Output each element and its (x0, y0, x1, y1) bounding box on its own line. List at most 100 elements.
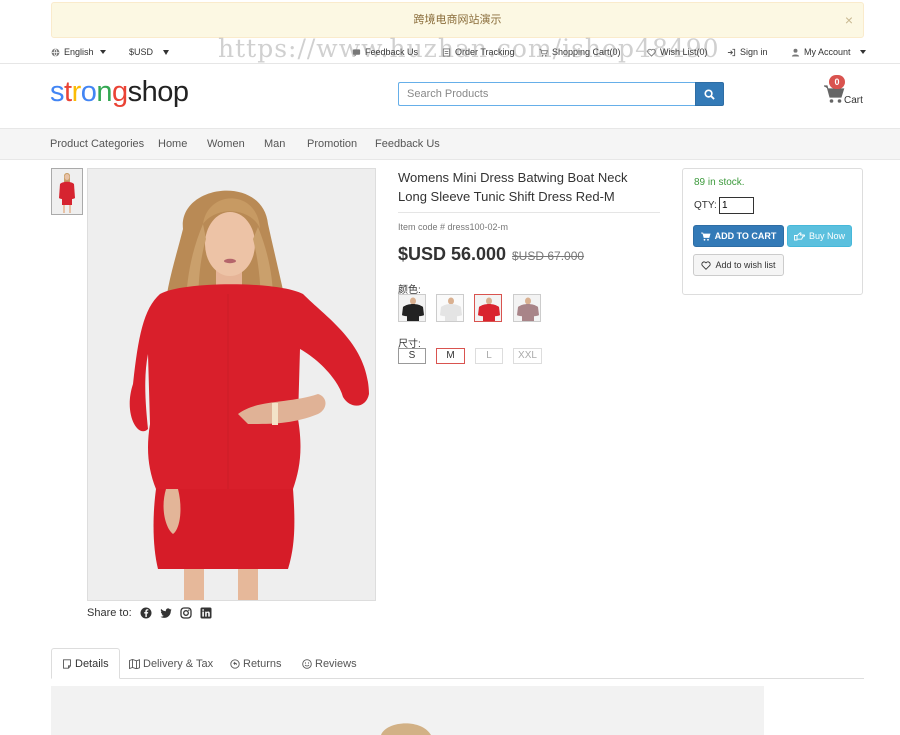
sign-in-label: Sign in (740, 47, 768, 57)
nav-women[interactable]: Women (207, 138, 245, 150)
buy-now-label: Buy Now (808, 231, 845, 241)
my-account-menu[interactable]: My Account (791, 47, 866, 57)
cart-count-badge: 0 (829, 75, 845, 89)
cart-label: Cart (844, 95, 863, 106)
purchase-box: 89 in stock. QTY: ADD TO CART Buy Now Ad… (682, 168, 863, 295)
facebook-icon[interactable] (140, 607, 152, 619)
original-price: $USD 67.000 (512, 249, 585, 263)
size-option-m[interactable]: M (436, 348, 465, 364)
linkedin-icon[interactable] (200, 607, 212, 619)
color-swatch-mauve[interactable] (513, 294, 541, 322)
product-title: Womens Mini Dress Batwing Boat Neck Long… (398, 170, 628, 204)
feedback-link-label: Feedback Us (365, 47, 419, 57)
user-icon (791, 48, 800, 57)
instagram-icon[interactable] (179, 607, 192, 619)
logo-letter: shop (127, 76, 189, 108)
tab-delivery-label: Delivery & Tax (143, 657, 214, 670)
currency-label: $USD (129, 47, 154, 57)
nav-man[interactable]: Man (264, 138, 285, 150)
current-price: $USD 56.000 (398, 244, 507, 264)
tab-returns-label: Returns (243, 657, 282, 670)
heart-icon (647, 48, 656, 57)
size-option-l[interactable]: L (475, 348, 503, 364)
hand-pointer-icon (794, 231, 805, 240)
header-cart[interactable]: 0 Cart (822, 75, 867, 108)
product-thumbnail[interactable] (51, 168, 83, 215)
size-option-xxl[interactable]: XXL (513, 348, 542, 364)
currency-selector[interactable]: $USD (129, 47, 170, 57)
swatch-image (514, 295, 540, 321)
swatch-image (475, 295, 501, 321)
tab-details-label: Details (75, 657, 109, 670)
logo-letter: s (50, 76, 65, 108)
search-icon (704, 88, 715, 100)
product-detail-image (51, 686, 764, 735)
swatch-image (399, 295, 425, 321)
notice-bar: 跨境电商网站演示 × (51, 2, 864, 38)
main-navbar: Product Categories Home Women Man Promot… (0, 128, 900, 160)
my-account-label: My Account (804, 47, 851, 57)
feedback-icon (352, 48, 361, 57)
swatch-image (437, 295, 463, 321)
sign-in-link[interactable]: Sign in (727, 47, 768, 57)
tab-returns[interactable]: Returns (230, 648, 282, 679)
language-label: English (64, 47, 94, 57)
color-swatch-black[interactable] (398, 294, 426, 322)
tab-details[interactable]: Details (51, 648, 120, 679)
search-input[interactable] (398, 82, 696, 106)
signin-icon (727, 48, 736, 56)
search-button[interactable] (695, 82, 724, 106)
tab-delivery-tax[interactable]: Delivery & Tax (129, 648, 213, 679)
product-photo (88, 169, 375, 600)
returns-icon (230, 658, 240, 669)
title-divider (398, 212, 660, 213)
map-icon (129, 658, 140, 669)
tab-reviews[interactable]: Reviews (302, 648, 357, 679)
logo-letter: o (80, 76, 97, 108)
details-icon (63, 658, 71, 669)
close-icon[interactable]: × (845, 3, 853, 37)
twitter-icon[interactable] (160, 607, 172, 619)
share-bar: Share to: (87, 607, 212, 619)
notice-text: 跨境电商网站演示 (413, 14, 502, 26)
cart-icon (700, 232, 711, 241)
globe-icon (51, 48, 60, 56)
order-tracking-link[interactable]: Order Tracking (442, 47, 515, 57)
logo-letter: n (96, 76, 113, 108)
logo-letter: r (71, 76, 82, 108)
shopping-cart-link[interactable]: Shopping Cart(0) (539, 47, 621, 57)
logo-letter: t (64, 76, 72, 108)
add-to-wishlist-label: Add to wish list (715, 260, 776, 270)
product-main-image[interactable] (87, 168, 376, 601)
quantity-input[interactable] (719, 197, 754, 214)
detail-photo (51, 686, 764, 735)
language-selector[interactable]: English (51, 47, 106, 57)
nav-promotion[interactable]: Promotion (307, 138, 357, 150)
product-info-tabs: Details Delivery & Tax Returns Reviews (51, 648, 864, 679)
logo-letter: g (112, 76, 128, 108)
stock-status: 89 in stock. (694, 177, 745, 188)
size-option-s[interactable]: S (398, 348, 426, 364)
cart-icon (539, 48, 548, 56)
add-to-wishlist-button[interactable]: Add to wish list (693, 254, 784, 276)
shopping-cart-label: Shopping Cart(0) (552, 47, 621, 57)
nav-product-categories[interactable]: Product Categories (50, 138, 144, 150)
qty-label: QTY: (694, 200, 717, 211)
tab-reviews-label: Reviews (315, 657, 357, 670)
smile-icon (302, 658, 312, 669)
color-swatch-red[interactable] (474, 294, 502, 322)
color-swatch-white[interactable] (436, 294, 464, 322)
feedback-link[interactable]: Feedback Us (352, 47, 418, 57)
buy-now-button[interactable]: Buy Now (787, 225, 852, 247)
item-code: Item code # dress100-02-m (398, 222, 509, 232)
wish-list-link[interactable]: Wish List(0) (647, 47, 708, 57)
caret-down-icon (99, 50, 106, 54)
nav-home[interactable]: Home (158, 138, 187, 150)
wish-list-label: Wish List(0) (660, 47, 708, 57)
top-utility-bar: English $USD Feedback Us Order Tracking … (0, 42, 900, 64)
heart-icon (701, 260, 712, 270)
add-to-cart-label: ADD TO CART (714, 231, 777, 241)
nav-feedback[interactable]: Feedback Us (375, 138, 440, 150)
site-logo[interactable]: strongshop (50, 76, 189, 109)
add-to-cart-button[interactable]: ADD TO CART (693, 225, 784, 247)
